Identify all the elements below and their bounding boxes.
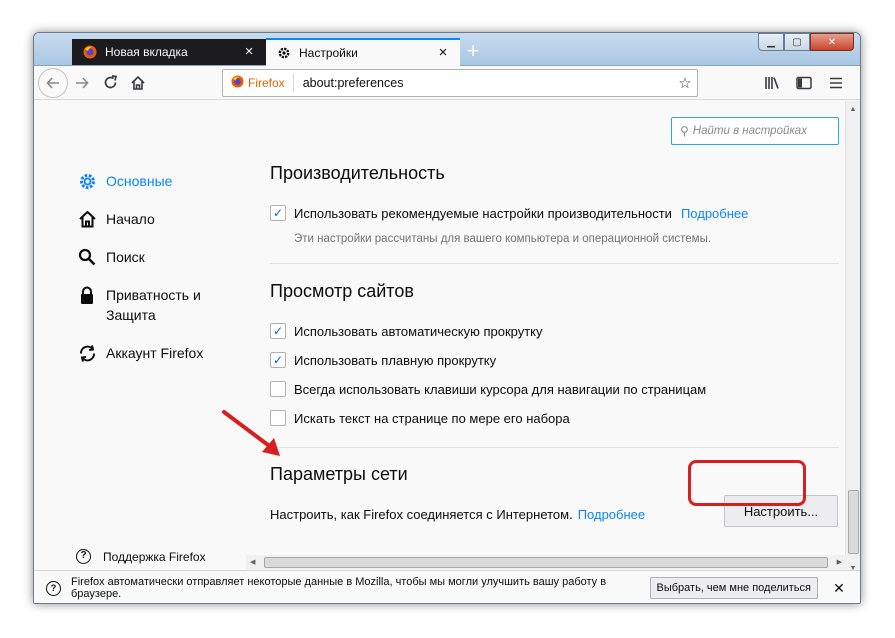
- sync-icon: [76, 343, 98, 363]
- back-arrow-icon: [46, 76, 59, 89]
- home-button[interactable]: [124, 69, 152, 97]
- forward-arrow-icon: [76, 76, 89, 89]
- back-button[interactable]: [38, 67, 68, 98]
- new-tab-button[interactable]: +: [460, 40, 486, 64]
- reload-button[interactable]: [96, 69, 124, 97]
- checkbox-recommended-performance[interactable]: ✓ Использовать рекомендуемые настройки п…: [270, 205, 748, 221]
- section-title-browsing: Просмотр сайтов: [270, 281, 414, 301]
- checkbox[interactable]: ✓: [270, 352, 286, 368]
- close-window-button[interactable]: ✕: [810, 33, 854, 51]
- sidebar-item-label: Поиск: [106, 249, 145, 265]
- url-text[interactable]: about:preferences: [294, 76, 673, 90]
- identity-box[interactable]: Firefox: [223, 74, 294, 92]
- search-placeholder: Найти в настройках: [692, 125, 807, 137]
- forward-button[interactable]: [68, 69, 96, 97]
- scroll-up-icon[interactable]: ▲: [846, 101, 860, 117]
- support-label: Поддержка Firefox: [103, 549, 206, 564]
- data-collection-notification: ? Firefox автоматически отправляет некот…: [34, 570, 860, 603]
- annotation-highlight-box: [688, 460, 806, 506]
- network-description: Настроить, как Firefox соединяется с Инт…: [270, 507, 573, 522]
- tab-title: Настройки: [299, 46, 358, 60]
- checkbox-caret-browsing[interactable]: Всегда использовать клавиши курсора для …: [270, 381, 706, 397]
- sidebar-item-home[interactable]: Начало: [76, 209, 236, 229]
- horizontal-scrollbar[interactable]: ◀ ▶: [246, 555, 846, 570]
- home-icon: [131, 75, 145, 90]
- scrollbar-thumb[interactable]: [264, 557, 828, 568]
- library-button[interactable]: [756, 69, 788, 97]
- category-sidebar: Основные Начало Поиск Приватность и Защи…: [76, 171, 236, 381]
- sidebar-item-label: Основные: [106, 173, 173, 189]
- reload-icon: [104, 75, 117, 89]
- home-icon: [76, 209, 98, 229]
- choose-what-to-share-button[interactable]: Выбрать, чем мне поделиться: [649, 577, 818, 599]
- divider: [270, 263, 839, 264]
- tab-settings[interactable]: Настройки ×: [266, 38, 460, 66]
- network-description-row: Настроить, как Firefox соединяется с Инт…: [270, 507, 645, 522]
- scrollbar-thumb[interactable]: [848, 490, 859, 554]
- window-controls: ▁ ▢ ✕: [758, 33, 854, 51]
- browser-window: Новая вкладка × Настройки × + ▁ ▢ ✕ Fire…: [33, 32, 861, 604]
- performance-hint: Эти настройки рассчитаны для вашего комп…: [294, 233, 712, 245]
- bookmark-star-icon[interactable]: ☆: [673, 74, 697, 92]
- sidebar-item-sync[interactable]: Аккаунт Firefox: [76, 343, 236, 363]
- lock-icon: [76, 285, 98, 305]
- scroll-right-icon[interactable]: ▶: [837, 558, 842, 566]
- search-icon: [76, 247, 98, 267]
- tab-new-tab[interactable]: Новая вкладка ×: [72, 39, 266, 65]
- sidebar-icon: [796, 76, 812, 90]
- checkbox-label: Использовать плавную прокрутку: [294, 352, 497, 368]
- maximize-button[interactable]: ▢: [784, 33, 810, 51]
- firefox-icon: [82, 44, 98, 60]
- checkbox-label: Использовать рекомендуемые настройки про…: [294, 205, 672, 221]
- learn-more-link[interactable]: Подробнее: [681, 206, 748, 221]
- navigation-toolbar: Firefox about:preferences ☆: [34, 66, 860, 100]
- hamburger-menu-icon: [830, 77, 842, 89]
- checkbox-smooth-scroll[interactable]: ✓ Использовать плавную прокрутку: [270, 352, 496, 368]
- menu-button[interactable]: [820, 69, 852, 97]
- url-bar[interactable]: Firefox about:preferences ☆: [222, 69, 698, 97]
- checkbox[interactable]: ✓: [270, 205, 286, 221]
- gear-icon: [276, 45, 292, 61]
- sidebar-item-privacy[interactable]: Приватность и Защита: [76, 285, 236, 325]
- tab-title: Новая вкладка: [105, 45, 188, 59]
- checkbox-label: Использовать автоматическую прокрутку: [294, 323, 543, 339]
- library-icon: [765, 77, 779, 89]
- scroll-left-icon[interactable]: ◀: [250, 558, 255, 566]
- gear-icon: [76, 171, 98, 191]
- vertical-scrollbar[interactable]: ▲ ▼: [845, 101, 860, 576]
- help-icon: ?: [76, 549, 91, 564]
- sidebar-item-label: Аккаунт Firefox: [106, 345, 204, 361]
- support-link[interactable]: ? Поддержка Firefox: [76, 549, 206, 564]
- identity-label: Firefox: [248, 76, 285, 90]
- firefox-icon: [231, 75, 244, 91]
- checkbox[interactable]: [270, 381, 286, 397]
- checkbox-find-as-you-type[interactable]: Искать текст на странице по мере его наб…: [270, 410, 570, 426]
- toolbar-right: [756, 69, 852, 97]
- close-tab-icon[interactable]: ×: [436, 45, 450, 60]
- checkbox[interactable]: [270, 410, 286, 426]
- minimize-button[interactable]: ▁: [758, 33, 784, 51]
- close-tab-icon[interactable]: ×: [242, 44, 256, 59]
- search-icon: ⚲: [680, 124, 689, 138]
- sidebar-item-label: Приватность и Защита: [106, 287, 201, 323]
- info-icon: ?: [46, 580, 61, 596]
- title-bar: Новая вкладка × Настройки × + ▁ ▢ ✕: [34, 33, 860, 66]
- checkbox-label: Искать текст на странице по мере его наб…: [294, 410, 570, 426]
- divider: [270, 447, 839, 448]
- search-input[interactable]: ⚲ Найти в настройках: [671, 117, 839, 145]
- close-icon[interactable]: ✕: [832, 580, 846, 597]
- checkbox-label: Всегда использовать клавиши курсора для …: [294, 381, 707, 397]
- checkbox-autoscroll[interactable]: ✓ Использовать автоматическую прокрутку: [270, 323, 543, 339]
- learn-more-link[interactable]: Подробнее: [578, 507, 645, 522]
- sidebar-item-general[interactable]: Основные: [76, 171, 236, 191]
- checkbox[interactable]: ✓: [270, 323, 286, 339]
- section-title-performance: Производительность: [270, 163, 445, 183]
- notification-text: Firefox автоматически отправляет некотор…: [71, 576, 607, 600]
- sidebars-button[interactable]: [788, 69, 820, 97]
- section-title-network: Параметры сети: [270, 464, 408, 484]
- sidebar-item-label: Начало: [106, 211, 155, 227]
- sidebar-item-search[interactable]: Поиск: [76, 247, 236, 267]
